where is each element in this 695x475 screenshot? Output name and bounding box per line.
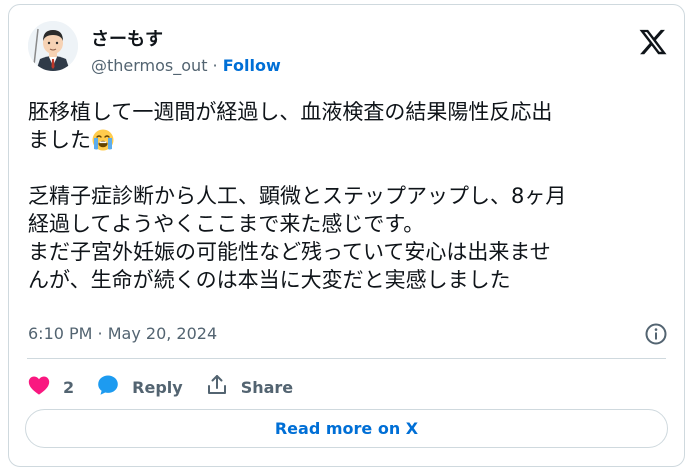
share-icon [205,373,229,401]
info-icon[interactable] [644,322,668,346]
reply-button[interactable]: Reply [96,373,183,401]
tweet-line-2-text: ました [28,128,91,152]
author-handle[interactable]: @thermos_out [91,56,207,75]
tweet-text: 胚移植して一週間が経過し、血液検査の結果陽性反応出 ました 乏精子症診断から人工… [28,98,668,294]
tweet-line-1: 胚移植して一週間が経過し、血液検査の結果陽性反応出 [28,100,553,124]
heart-icon [27,373,51,401]
share-button[interactable]: Share [205,373,293,401]
speech-bubble-icon [96,373,120,401]
tweet-card: さーもす @thermos_out · Follow 胚移植して一週間が経過し、… [8,4,685,467]
action-bar: 2 Reply Share [27,372,315,402]
loudly-crying-face-icon [91,128,115,152]
tweet-timestamp[interactable]: 6:10 PM · May 20, 2024 [28,324,217,343]
author-handle-row: @thermos_out · Follow [91,56,281,75]
author-display-name[interactable]: さーもす [91,25,163,51]
follow-button[interactable]: Follow [223,56,281,75]
tweet-line-2: ました [28,126,668,154]
read-more-button[interactable]: Read more on X [25,409,668,448]
avatar[interactable] [28,21,78,71]
tweet-paragraph-2: 乏精子症診断から人工、顕微とステップアップし、8ヶ月 経過してようやくここまで来… [28,184,567,292]
share-label: Share [240,377,294,397]
divider [27,358,666,359]
handle-separator: · [207,56,223,75]
x-logo-icon[interactable] [638,27,668,57]
reply-label: Reply [132,377,183,397]
like-button[interactable]: 2 [27,373,74,401]
like-count: 2 [63,377,75,397]
